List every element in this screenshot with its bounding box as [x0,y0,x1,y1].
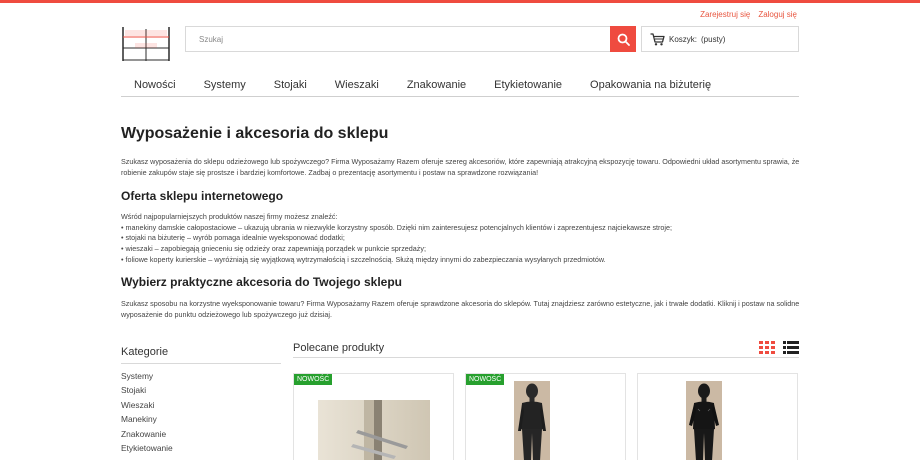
list-view-icon[interactable] [783,341,799,354]
new-badge: NOWOŚĆ [466,374,505,385]
cart-icon [650,32,665,45]
offer-lead: Wśród najpopularniejszych produktów nasz… [121,212,338,222]
auth-links: Zarejestruj się Zaloguj się [700,10,797,19]
seo-content: Wyposażenie i akcesoria do sklepu Szukas… [121,125,801,320]
new-badge: NOWOŚĆ [294,374,333,385]
products-header: Polecane produkty [293,340,799,358]
offer-heading: Oferta sklepu internetowego [121,189,284,204]
category-sidebar: Kategorie Systemy Stojaki Wieszaki Manek… [121,346,281,457]
slatwall-hook-image [318,400,430,460]
black-mannequin-image [686,381,722,460]
practical-paragraph: Szukasz sposobu na korzystne wyeksponowa… [121,299,800,319]
register-link[interactable]: Zarejestruj się [700,10,750,19]
grid-view-icon[interactable] [759,341,775,354]
nav-item-systemy[interactable]: Systemy [190,75,260,96]
cart-status: (pusty) [701,34,726,44]
sidebar-item-znakowanie[interactable]: Znakowanie [121,429,281,443]
logo-image [122,26,170,62]
sidebar-item-wieszaki[interactable]: Wieszaki [121,400,281,414]
offer-item: • manekiny damskie całopostaciowe – ukaz… [121,222,673,232]
nav-item-opakowania[interactable]: Opakowania na biżuterię [576,75,725,96]
sidebar-title: Kategorie [121,346,281,364]
product-grid: NOWOŚĆ NOWOŚĆ [293,373,799,460]
page-title: Wyposażenie i akcesoria do sklepu [121,125,389,142]
practical-heading: Wybierz praktyczne akcesoria do Twojego … [121,275,402,290]
sidebar-item-manekiny[interactable]: Manekiny [121,414,281,428]
nav-item-nowosci[interactable]: Nowości [121,75,190,96]
featured-products: Polecane produkty NOWOŚĆ NOWOŚĆ [293,340,799,460]
login-link[interactable]: Zaloguj się [758,10,797,19]
cart-label: Koszyk: [669,34,698,44]
top-accent-bar [0,0,920,3]
search-icon [617,33,630,46]
offer-item: • wieszaki – zapobiegają gnieceniu się o… [121,243,426,253]
sidebar-item-stojaki[interactable]: Stojaki [121,385,281,399]
products-title: Polecane produkty [293,341,385,354]
product-card[interactable]: NOWOŚĆ [293,373,454,460]
main-navigation: Nowości Systemy Stojaki Wieszaki Znakowa… [121,75,799,97]
nav-item-etykietowanie[interactable]: Etykietowanie [480,75,576,96]
search-button[interactable] [610,26,636,52]
offer-item: • stojaki na biżuterię – wyrób pomaga id… [121,233,345,243]
search-input[interactable] [186,27,610,51]
nav-item-znakowanie[interactable]: Znakowanie [393,75,480,96]
sidebar-item-systemy[interactable]: Systemy [121,371,281,385]
product-card[interactable] [637,373,798,460]
sidebar-item-etykietowanie[interactable]: Etykietowanie [121,443,281,457]
store-logo[interactable] [121,25,171,63]
search-bar [185,26,636,52]
view-switcher [759,341,799,354]
nav-item-wieszaki[interactable]: Wieszaki [321,75,393,96]
intro-paragraph: Szukasz wyposażenia do sklepu odzieżoweg… [121,157,800,177]
product-card[interactable]: NOWOŚĆ [465,373,626,460]
cart-widget[interactable]: Koszyk: (pusty) [641,26,799,52]
nav-item-stojaki[interactable]: Stojaki [260,75,321,96]
black-mannequin-image [514,381,550,460]
offer-item: • foliowe koperty kurierskie – wyróżniaj… [121,254,606,264]
